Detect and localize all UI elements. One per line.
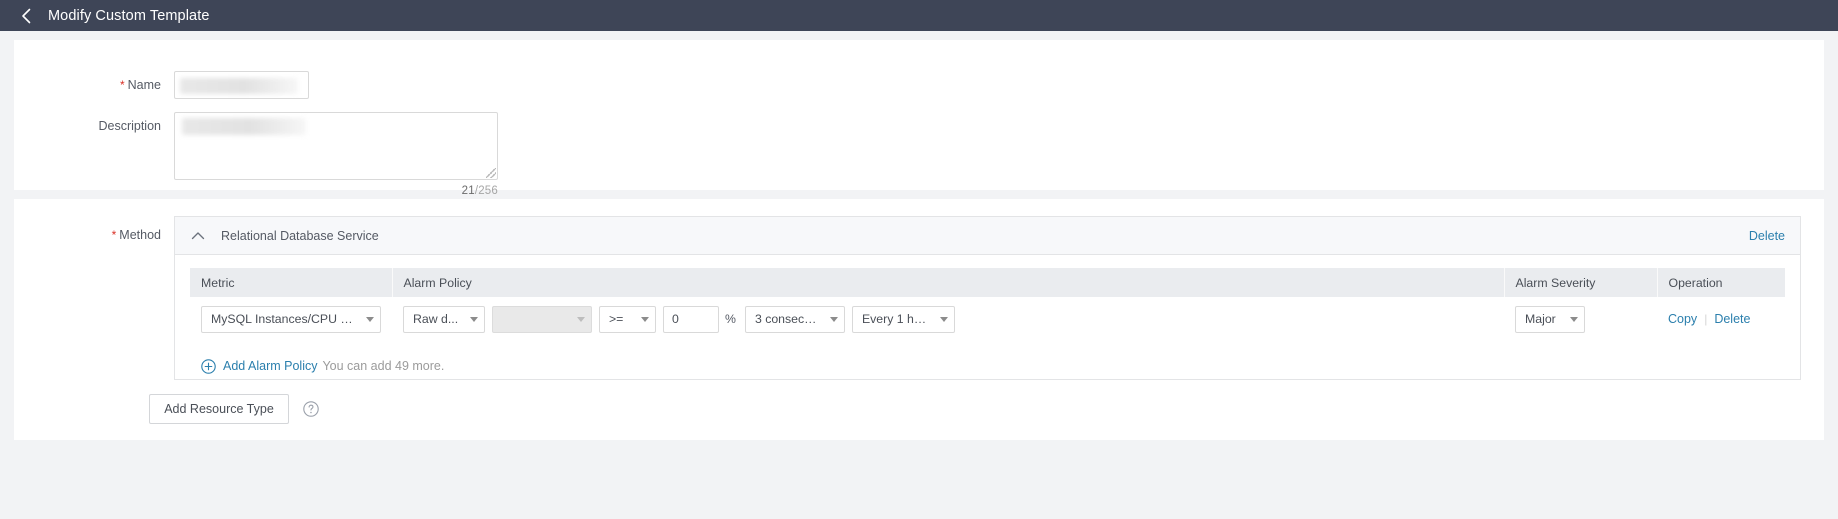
column-header-operation: Operation [1657,268,1785,297]
statistic-select[interactable]: Raw d... [403,305,485,333]
chevron-down-icon [470,316,478,322]
footer-actions: Add Resource Type [14,394,1824,424]
description-field-row: Description 21/256 [14,112,1824,197]
threshold-input[interactable] [663,305,719,333]
page-title: Modify Custom Template [48,7,210,24]
character-count-limit: /256 [474,185,498,197]
chevron-down-icon [1570,316,1578,322]
cell-operation: Copy | Delete [1657,297,1785,341]
method-row: * Method Relational Database Service Dele… [14,216,1824,380]
required-asterisk-method: * [111,228,117,242]
chevron-down-icon [829,316,838,322]
column-header-alarm-policy: Alarm Policy [392,268,1505,297]
table-header-row: Metric Alarm Policy Alarm Severity Opera… [190,268,1785,297]
panel-delete-link[interactable]: Delete [1749,229,1785,243]
name-label: * Name [119,78,161,92]
severity-select[interactable]: Major [1515,305,1585,333]
add-alarm-policy-row: Add Alarm Policy You can add 49 more. [201,353,1785,379]
consecutive-periods-select[interactable]: 3 consecutiv... [744,305,845,333]
plus-circle-icon[interactable] [201,358,216,374]
row-copy-link[interactable]: Copy [1668,312,1697,326]
required-asterisk: * [119,78,125,92]
cell-alarm-severity: Major [1504,297,1657,341]
resource-type-panel: Relational Database Service Delete Metri… [174,216,1801,380]
panel-title: Relational Database Service [221,228,379,243]
frequency-select[interactable]: Every 1 hour [851,305,955,333]
row-delete-link[interactable]: Delete [1714,312,1750,326]
operator-select[interactable]: >= [599,305,656,333]
table-row: MySQL Instances/CPU Usage Raw d... [190,297,1785,341]
question-circle-icon[interactable] [303,401,319,417]
add-alarm-policy-link[interactable]: Add Alarm Policy [223,359,317,373]
threshold-unit: % [725,312,736,326]
cell-metric: MySQL Instances/CPU Usage [190,297,392,341]
description-label: Description [98,119,161,133]
app-header: Modify Custom Template [0,0,1838,31]
character-count-current: 21 [461,185,475,197]
chevron-left-icon[interactable] [18,8,34,24]
textarea-resize-handle[interactable] [486,168,496,178]
name-input[interactable] [174,71,309,99]
method-label: * Method [111,228,161,242]
operation-separator: | [1704,312,1708,326]
description-textarea[interactable] [174,112,498,180]
chevron-down-icon [939,316,948,322]
method-card: * Method Relational Database Service Dele… [14,199,1824,440]
cell-alarm-policy: Raw d... >= 0 % 3 consecuti Every 1 hour [392,297,1504,341]
redacted-description-value [182,118,306,135]
add-resource-type-button[interactable]: Add Resource Type [149,394,289,424]
chevron-up-icon[interactable] [189,227,207,245]
column-header-alarm-severity: Alarm Severity [1504,268,1658,297]
chevron-down-icon [366,316,374,322]
basic-info-card: * Name Description 21/256 [14,40,1824,197]
add-alarm-policy-note: You can add 49 more. [322,359,445,373]
panel-header: Relational Database Service Delete [175,217,1800,255]
chevron-down-icon [577,316,585,322]
alarm-policy-table: Metric Alarm Policy Alarm Severity Opera… [190,268,1785,341]
chevron-down-icon [641,316,649,322]
character-counter: 21/256 [174,185,498,197]
column-header-metric: Metric [190,268,393,297]
panel-body: Metric Alarm Policy Alarm Severity Opera… [175,255,1800,379]
name-field-row: * Name [14,71,1824,99]
metric-select[interactable]: MySQL Instances/CPU Usage [201,305,381,333]
redacted-name-value [180,78,298,94]
dimension-select [492,305,592,333]
